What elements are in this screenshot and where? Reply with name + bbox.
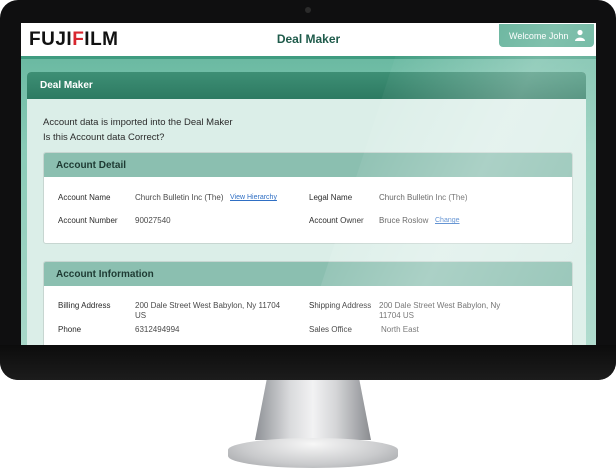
panel-title: Deal Maker (27, 72, 586, 99)
shipping-address-label: Shipping Address (309, 301, 372, 310)
intro-line-1: Account data is imported into the Deal M… (43, 117, 233, 128)
billing-address-line-1: 200 Dale Street West Babylon, Ny 11704 (135, 301, 281, 310)
intro-line-2: Is this Account data Correct? (43, 132, 165, 143)
intro-text: Account data is imported into the Deal M… (43, 115, 233, 145)
shipping-address-line-1: 200 Dale Street West Babylon, Ny (379, 301, 501, 310)
account-detail-card: Account Detail Account Name Church Bulle… (43, 152, 573, 244)
account-number-value: 90027540 (135, 216, 171, 225)
deal-maker-panel: Deal Maker Account data is imported into… (27, 72, 586, 345)
welcome-user-button[interactable]: Welcome John (499, 24, 594, 47)
phone-value: 6312494994 (135, 325, 180, 334)
view-hierarchy-link[interactable]: View Hierarchy (230, 194, 277, 201)
billing-address-line-2: US (135, 311, 147, 320)
account-name-label: Account Name (58, 193, 111, 202)
account-owner-value: Bruce Roslow (379, 216, 429, 225)
screen: FUJIFILM Deal Maker Welcome John Deal Ma… (21, 23, 596, 345)
top-bar: FUJIFILM Deal Maker Welcome John (21, 23, 596, 59)
shipping-address-line-2: 11704 US (379, 311, 414, 320)
shipping-address-value: 200 Dale Street West Babylon, Ny 11704 U… (379, 301, 500, 321)
welcome-text: Welcome John (509, 30, 569, 41)
account-information-card: Account Information Billing Address 200 … (43, 261, 573, 345)
user-icon (575, 29, 585, 41)
account-number-label: Account Number (58, 216, 118, 225)
legal-name-value: Church Bulletin Inc (The) (379, 193, 468, 202)
billing-address-label: Billing Address (58, 301, 111, 310)
monitor-frame: FUJIFILM Deal Maker Welcome John Deal Ma… (0, 0, 616, 380)
webcam-dot (305, 7, 311, 13)
account-name-value: Church Bulletin Inc (The) (135, 193, 224, 202)
monitor-chin (0, 345, 616, 380)
monitor-stand-neck (255, 380, 371, 440)
sales-office-label: Sales Office (309, 325, 352, 334)
monitor-stand-base (228, 438, 398, 468)
phone-label: Phone (58, 325, 82, 334)
legal-name-label: Legal Name (309, 193, 353, 202)
billing-address-value: 200 Dale Street West Babylon, Ny 11704 U… (135, 301, 280, 321)
account-detail-title: Account Detail (44, 153, 572, 177)
account-information-title: Account Information (44, 262, 572, 286)
sales-office-value: North East (381, 325, 419, 334)
change-owner-link[interactable]: Change (435, 217, 460, 224)
account-owner-label: Account Owner (309, 216, 364, 225)
